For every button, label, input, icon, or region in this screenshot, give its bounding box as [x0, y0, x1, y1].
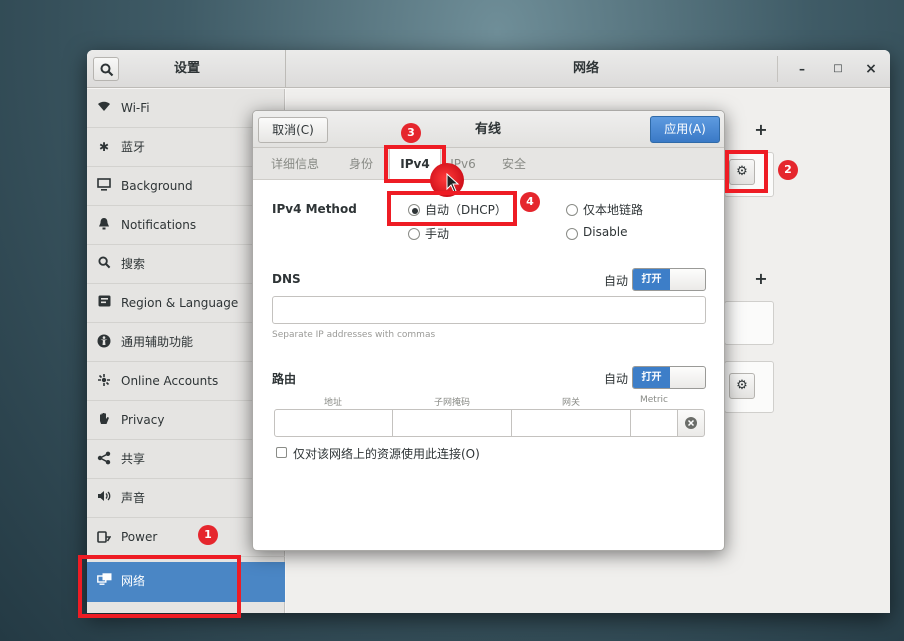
step-badge-3: 3 — [401, 123, 421, 143]
column-header-gateway: 网关 — [561, 398, 580, 408]
column-header-metric: Metric — [640, 395, 668, 405]
resources-only-checkbox[interactable] — [276, 447, 287, 458]
sidebar-item-label: Online Accounts — [121, 374, 219, 388]
dns-hint: Separate IP addresses with commas — [272, 330, 436, 340]
switch-on-label: 打开 — [633, 269, 670, 290]
dns-auto-switch[interactable]: 打开 — [632, 268, 706, 291]
region-icon — [96, 295, 112, 311]
sidebar-item-label: Background — [121, 179, 193, 193]
dns-label: DNS — [272, 272, 301, 286]
close-button[interactable]: × — [861, 59, 881, 79]
maximize-button[interactable]: □ — [828, 59, 848, 79]
sidebar-item-label: Power — [121, 530, 158, 544]
highlight-box-gear — [725, 150, 768, 193]
add-connection-button[interactable]: + — [753, 122, 769, 138]
online-accounts-icon — [96, 373, 112, 389]
proxy-settings-button[interactable]: ⚙ — [729, 373, 755, 399]
search-icon — [96, 256, 112, 272]
gear-icon: ⚙ — [736, 378, 748, 393]
controls-divider — [777, 56, 778, 82]
highlight-box-dhcp — [387, 191, 517, 226]
speaker-icon — [96, 490, 112, 506]
tab-details[interactable]: 详细信息 — [265, 148, 325, 180]
share-icon — [96, 451, 112, 467]
minimize-button[interactable]: – — [792, 59, 812, 79]
step-badge-2: 2 — [778, 160, 798, 180]
radio-disable[interactable] — [566, 228, 578, 240]
route-gateway-input[interactable] — [511, 409, 631, 437]
radio-disable-label: Disable — [583, 225, 628, 239]
radio-link-local-label: 仅本地链路 — [583, 203, 644, 217]
sidebar-item-label: Notifications — [121, 218, 197, 232]
routes-label: 路由 — [272, 372, 297, 386]
radio-manual-label: 手动 — [425, 227, 450, 241]
route-address-input[interactable] — [274, 409, 393, 437]
power-icon — [96, 529, 112, 545]
sidebar-item-label: Wi-Fi — [121, 101, 150, 115]
cancel-button[interactable]: 取消(C) — [258, 117, 328, 143]
column-header-address: 地址 — [323, 398, 342, 408]
vpn-panel — [724, 301, 774, 345]
tab-identity[interactable]: 身份 — [339, 148, 383, 180]
radio-manual[interactable] — [408, 228, 420, 240]
ipv4-method-label: IPv4 Method — [272, 202, 357, 216]
search-icon — [100, 63, 114, 77]
bluetooth-icon: ✱ — [98, 140, 110, 154]
background-icon — [96, 178, 112, 194]
apply-button[interactable]: 应用(A) — [650, 116, 720, 143]
title-bar: 设置 网络 – □ × — [87, 50, 890, 88]
route-netmask-input[interactable] — [392, 409, 512, 437]
routes-auto-label: 自动 — [604, 372, 629, 386]
sidebar-item-label: Region & Language — [121, 296, 239, 310]
remove-circle-icon — [685, 417, 697, 429]
switch-on-label: 打开 — [633, 367, 670, 388]
hand-icon — [96, 412, 112, 428]
sidebar-item-label: 共享 — [121, 452, 146, 466]
sidebar-item-label: 搜索 — [121, 257, 146, 271]
wired-dialog: 取消(C) 有线 应用(A) 详细信息 身份 IPv4 IPv6 安全 IPv4… — [252, 110, 725, 551]
bell-icon — [96, 217, 112, 233]
sidebar-item-label: 蓝牙 — [121, 140, 146, 154]
highlight-box-network — [78, 555, 241, 618]
route-delete-button[interactable] — [677, 409, 705, 437]
accessibility-icon — [96, 334, 112, 350]
sidebar-title: 设置 — [173, 61, 200, 76]
step-badge-4: 4 — [520, 192, 540, 212]
route-metric-input[interactable] — [630, 409, 678, 437]
tab-security[interactable]: 安全 — [495, 148, 533, 180]
dialog-title: 有线 — [474, 122, 501, 137]
sidebar-item-label: 通用辅助功能 — [121, 335, 194, 349]
step-badge-1: 1 — [198, 525, 218, 545]
sidebar-item-label: 声音 — [121, 491, 146, 505]
wifi-icon — [96, 100, 112, 116]
add-vpn-button[interactable]: + — [753, 271, 769, 287]
dns-auto-label: 自动 — [604, 274, 629, 288]
dialog-header: 取消(C) 有线 应用(A) — [253, 111, 724, 148]
routes-auto-switch[interactable]: 打开 — [632, 366, 706, 389]
column-header-netmask: 子网掩码 — [433, 398, 470, 408]
radio-link-local[interactable] — [566, 204, 578, 216]
dns-input[interactable] — [272, 296, 706, 324]
resources-only-label: 仅对该网络上的资源使用此连接(O) — [293, 447, 480, 461]
sidebar-item-label: Privacy — [121, 413, 165, 427]
mouse-pointer-icon — [446, 173, 460, 193]
search-button[interactable] — [93, 57, 119, 81]
dialog-tabs: 详细信息 身份 IPv4 IPv6 安全 — [253, 148, 724, 181]
